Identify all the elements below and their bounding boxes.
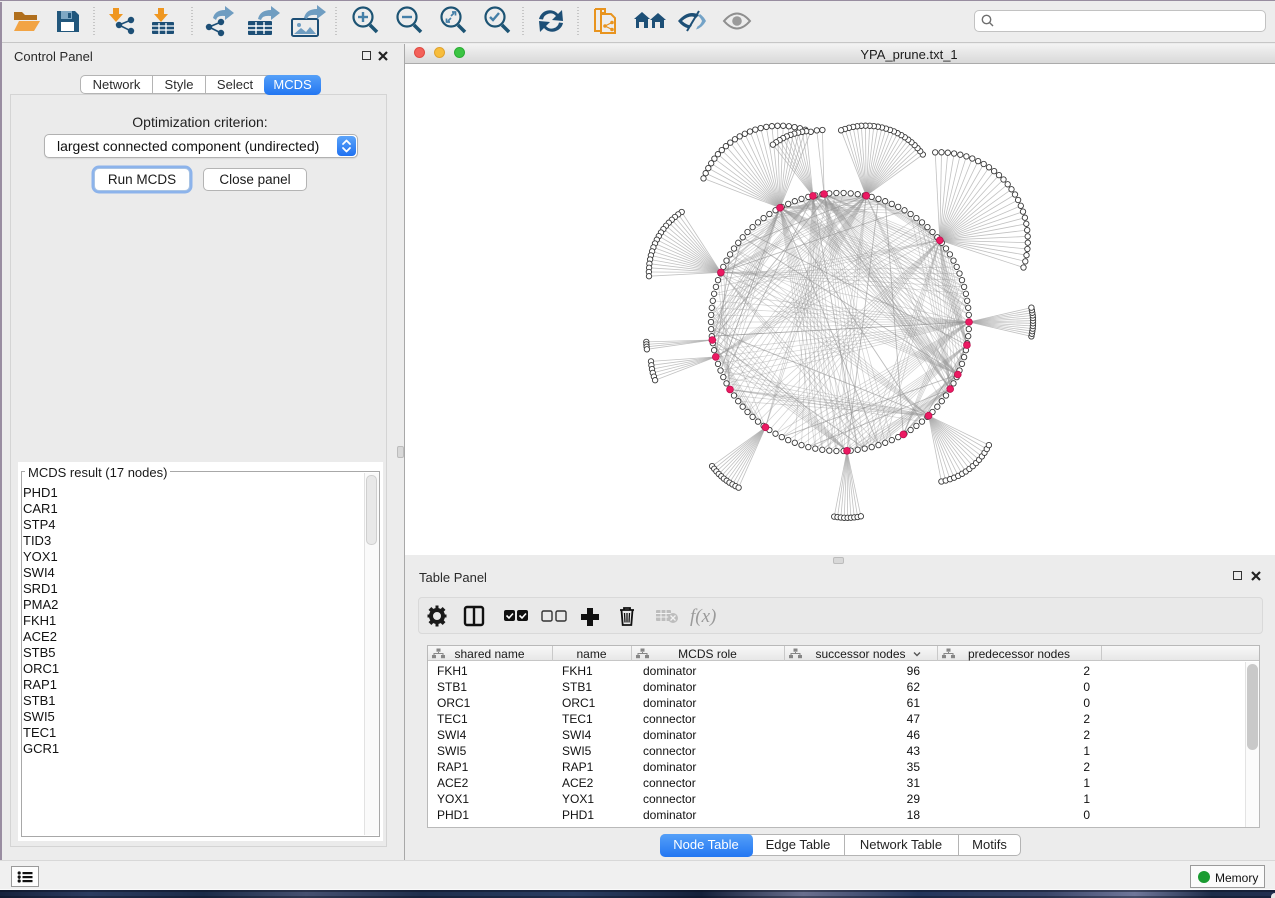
svg-text:f(x): f(x)	[690, 606, 716, 627]
